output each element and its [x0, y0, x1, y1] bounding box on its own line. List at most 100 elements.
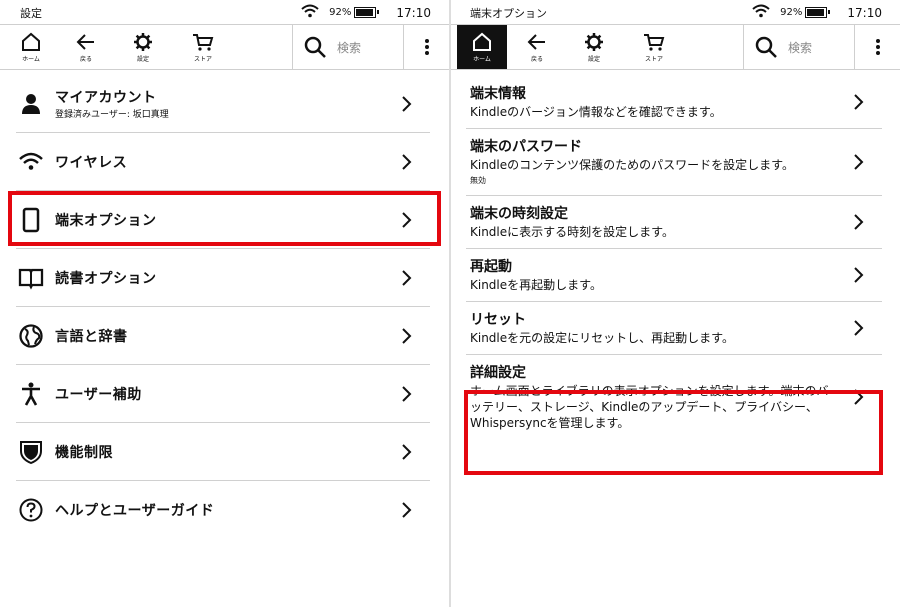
home-button[interactable]: ホーム [6, 25, 56, 69]
chevron-right-icon [400, 269, 412, 287]
back-button[interactable]: 戻る [512, 25, 562, 69]
status-bar: 設定 92% 17:10 [0, 0, 449, 24]
chevron-right-icon [852, 153, 864, 171]
search-placeholder: 検索 [337, 40, 362, 55]
clock: 17:10 [396, 5, 431, 20]
settings-item-label: マイアカウント [55, 90, 157, 106]
wifi-status-icon [301, 4, 329, 21]
settings-screen: 設定 92% 17:10 ホーム 戻る 設定 ストア 検索 マイアカウント 登録… [0, 0, 449, 607]
settings-list: マイアカウント 登録済みユーザー: 坂口真理 ワイヤレス 端末オプション 読書オ… [0, 76, 449, 539]
option-device-info[interactable]: 端末情報 Kindleのバージョン情報などを確認できます。 [466, 76, 882, 129]
search-placeholder: 検索 [788, 40, 813, 55]
settings-label: 設定 [136, 56, 149, 63]
option-device-time[interactable]: 端末の時刻設定 Kindleに表示する時刻を設定します。 [466, 196, 882, 249]
device-options-list: 端末情報 Kindleのバージョン情報などを確認できます。 端末のパスワード K… [451, 76, 900, 439]
globe-icon [18, 323, 44, 349]
option-description: Kindleを元の設定にリセットし、再起動します。 [470, 331, 734, 345]
settings-item-accessibility[interactable]: ユーザー補助 [16, 365, 430, 423]
kebab-menu-icon [424, 39, 429, 55]
settings-item-label: 機能制限 [55, 444, 113, 461]
settings-item-reading-options[interactable]: 読書オプション [16, 249, 430, 307]
settings-item-help[interactable]: ヘルプとユーザーガイド [16, 481, 430, 539]
back-arrow-icon [527, 34, 545, 50]
more-menu-button[interactable] [855, 25, 900, 69]
back-label: 戻る [530, 56, 543, 63]
option-reset[interactable]: リセット Kindleを元の設定にリセットし、再起動します。 [466, 302, 882, 355]
settings-item-wireless[interactable]: ワイヤレス [16, 133, 430, 191]
option-restart[interactable]: 再起動 Kindleを再起動します。 [466, 249, 882, 302]
gear-icon [585, 33, 603, 51]
option-advanced-settings[interactable]: 詳細設定 ホーム画面とライブラリの表示オプションを設定します。端末のバッテリー、… [466, 355, 882, 439]
settings-button[interactable]: 設定 [569, 25, 619, 69]
settings-item-label: 端末オプション [55, 212, 157, 229]
store-button[interactable]: ストア [629, 25, 679, 69]
store-button[interactable]: ストア [178, 25, 228, 69]
cart-icon [193, 34, 214, 51]
more-menu-button[interactable] [404, 25, 449, 69]
chevron-right-icon [852, 388, 864, 406]
device-options-screen: 端末オプション 92% 17:10 ホーム 戻る 設定 ストア 検索 端末情報 … [451, 0, 900, 607]
search-box[interactable]: 検索 [292, 25, 404, 69]
search-icon [755, 36, 777, 58]
home-icon [22, 32, 40, 51]
accessibility-icon [18, 381, 44, 407]
gear-icon [134, 33, 152, 51]
option-status: 無効 [470, 176, 486, 185]
option-description: Kindleに表示する時刻を設定します。 [470, 225, 674, 239]
option-description: Kindleのバージョン情報などを確認できます。 [470, 105, 722, 119]
home-label: ホーム [473, 56, 491, 63]
chevron-right-icon [400, 211, 412, 229]
screen-title: 端末オプション [470, 7, 547, 20]
screen-title: 設定 [20, 7, 42, 20]
back-button[interactable]: 戻る [61, 25, 111, 69]
store-label: ストア [193, 56, 212, 63]
chevron-right-icon [852, 93, 864, 111]
back-arrow-icon [76, 34, 94, 50]
help-icon [18, 497, 44, 523]
option-device-password[interactable]: 端末のパスワード Kindleのコンテンツ保護のためのパスワードを設定します。 … [466, 129, 882, 196]
kebab-menu-icon [875, 39, 880, 55]
settings-label: 設定 [587, 56, 600, 63]
chevron-right-icon [852, 266, 864, 284]
cart-icon [644, 34, 665, 51]
chevron-right-icon [400, 327, 412, 345]
option-title: リセット [470, 312, 526, 328]
home-button[interactable]: ホーム [457, 25, 507, 69]
battery-icon [805, 7, 831, 18]
chevron-right-icon [400, 153, 412, 171]
battery-icon [354, 7, 380, 18]
toolbar: ホーム 戻る 設定 ストア 検索 [0, 24, 449, 70]
chevron-right-icon [852, 213, 864, 231]
settings-item-label: ワイヤレス [55, 154, 128, 171]
chevron-right-icon [400, 95, 412, 113]
wifi-status-icon [752, 4, 780, 21]
wifi-icon [18, 149, 44, 175]
settings-item-language-dictionaries[interactable]: 言語と辞書 [16, 307, 430, 365]
back-label: 戻る [79, 56, 92, 63]
option-title: 詳細設定 [470, 365, 526, 381]
chevron-right-icon [400, 385, 412, 403]
settings-item-label: 言語と辞書 [55, 328, 128, 345]
store-label: ストア [644, 56, 663, 63]
home-label: ホーム [22, 56, 40, 63]
settings-item-device-options[interactable]: 端末オプション [16, 191, 430, 249]
settings-item-label: ユーザー補助 [55, 386, 142, 403]
search-icon [304, 36, 326, 58]
chevron-right-icon [852, 319, 864, 337]
option-title: 再起動 [470, 259, 512, 275]
home-icon [473, 32, 491, 51]
device-icon [18, 207, 44, 233]
clock: 17:10 [847, 5, 882, 20]
option-title: 端末の時刻設定 [470, 206, 568, 222]
search-box[interactable]: 検索 [743, 25, 855, 69]
settings-item-my-account[interactable]: マイアカウント 登録済みユーザー: 坂口真理 [16, 76, 430, 133]
person-icon [18, 91, 44, 117]
battery-percent: 92% [329, 7, 352, 18]
battery-fill [807, 9, 824, 16]
settings-item-label: ヘルプとユーザーガイド [55, 503, 215, 519]
chevron-right-icon [400, 501, 412, 519]
option-title: 端末情報 [470, 86, 526, 102]
settings-item-parental-controls[interactable]: 機能制限 [16, 423, 430, 481]
chevron-right-icon [400, 443, 412, 461]
settings-button[interactable]: 設定 [118, 25, 168, 69]
